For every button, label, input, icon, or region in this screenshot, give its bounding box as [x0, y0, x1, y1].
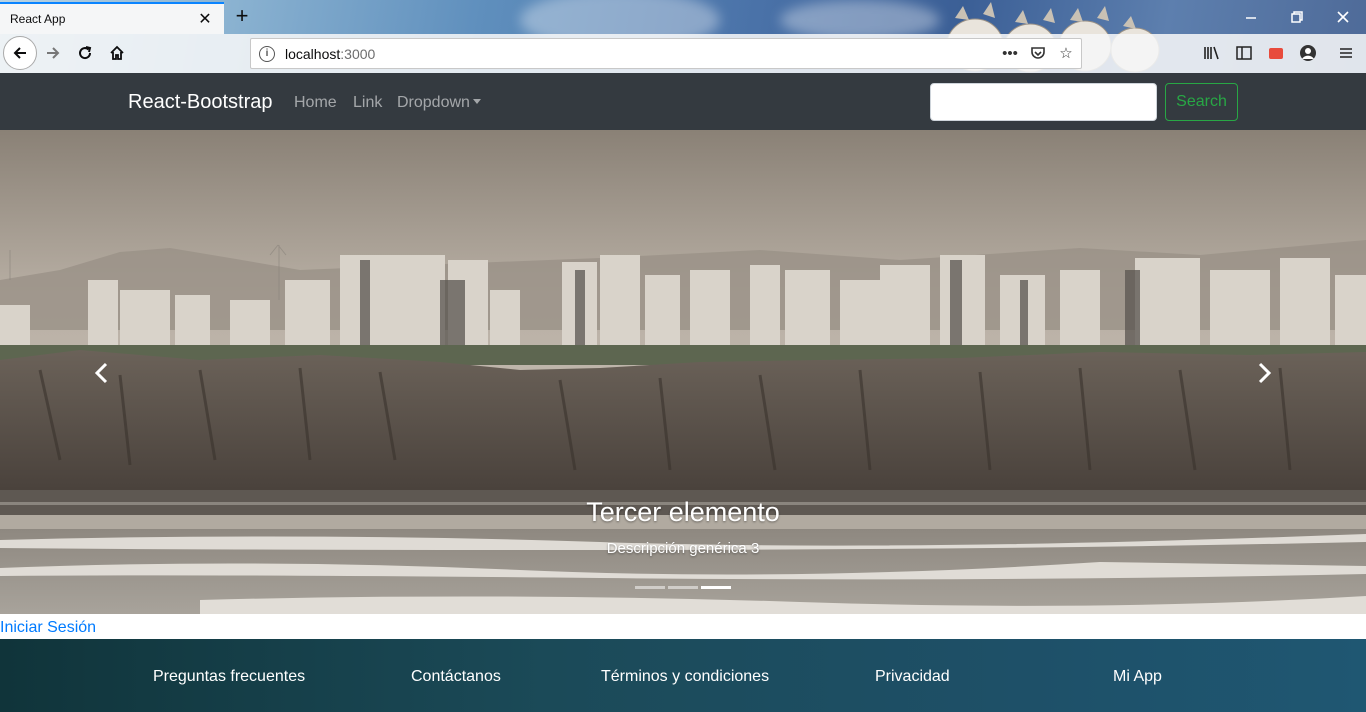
carousel-indicator[interactable] [668, 586, 698, 589]
carousel: Tercer elemento Descripción genérica 3 [0, 130, 1366, 614]
search-button[interactable]: Search [1165, 83, 1238, 121]
navbar-brand[interactable]: React-Bootstrap [128, 91, 273, 114]
footer-link-faq[interactable]: Preguntas frecuentes [153, 668, 305, 686]
carousel-caption-title: Tercer elemento [586, 497, 780, 527]
nav-dropdown[interactable]: Dropdown [397, 94, 481, 112]
chevron-left-icon[interactable] [87, 358, 117, 388]
search-input[interactable] [930, 83, 1157, 121]
footer-link-privacy[interactable]: Privacidad [875, 668, 950, 686]
footer-link-contact[interactable]: Contáctanos [411, 668, 501, 686]
footer: Preguntas frecuentes Contáctanos Término… [0, 639, 1366, 712]
account-icon[interactable] [1298, 43, 1318, 63]
tab-strip: React App ✕ + [0, 0, 1366, 34]
more-icon[interactable]: ••• [1001, 42, 1019, 64]
restore-icon[interactable] [1274, 0, 1320, 34]
minimize-icon[interactable] [1228, 0, 1274, 34]
menu-icon[interactable] [1336, 43, 1356, 63]
info-icon[interactable]: i [259, 45, 275, 62]
forward-arrow-icon[interactable] [37, 37, 69, 69]
home-icon[interactable] [101, 37, 133, 69]
star-icon[interactable]: ☆ [1057, 42, 1075, 64]
tab-react-app[interactable]: React App ✕ [0, 2, 224, 34]
carousel-indicator[interactable] [635, 586, 665, 589]
reload-icon[interactable] [69, 37, 101, 69]
browser-chrome: React App ✕ + i localhost:3000 ••• ☆ [0, 0, 1366, 73]
footer-link-myapp[interactable]: Mi App [1113, 668, 1162, 686]
url-host: localhost [285, 45, 341, 62]
tab-title: React App [10, 12, 66, 26]
footer-link-terms[interactable]: Términos y condiciones [601, 668, 769, 686]
carousel-indicators [0, 586, 1366, 589]
screenshot-icon[interactable] [1266, 43, 1286, 63]
nav-link-home[interactable]: Home [294, 94, 337, 112]
library-icon[interactable] [1202, 43, 1222, 63]
window-close-icon[interactable] [1320, 0, 1366, 34]
url-text: localhost:3000 [285, 46, 375, 62]
browser-toolbar: i localhost:3000 ••• ☆ [0, 34, 1366, 73]
sidebar-icon[interactable] [1234, 43, 1254, 63]
site-navbar: React-Bootstrap Home Link Dropdown Searc… [0, 73, 1366, 130]
plus-icon[interactable]: + [229, 4, 255, 30]
close-icon[interactable]: ✕ [196, 9, 214, 29]
url-port: :3000 [340, 45, 376, 62]
caret-down-icon [472, 99, 481, 104]
nav-link-link[interactable]: Link [353, 94, 382, 112]
nav-dropdown-label: Dropdown [397, 94, 470, 111]
url-bar[interactable]: i localhost:3000 ••• ☆ [250, 38, 1082, 69]
login-link[interactable]: Iniciar Sesión [0, 619, 96, 637]
back-arrow-icon[interactable] [3, 36, 37, 70]
chevron-right-icon[interactable] [1249, 358, 1279, 388]
carousel-indicator-active[interactable] [701, 586, 731, 589]
carousel-caption-text: Descripción genérica 3 [606, 540, 760, 557]
pocket-icon[interactable] [1029, 42, 1047, 64]
